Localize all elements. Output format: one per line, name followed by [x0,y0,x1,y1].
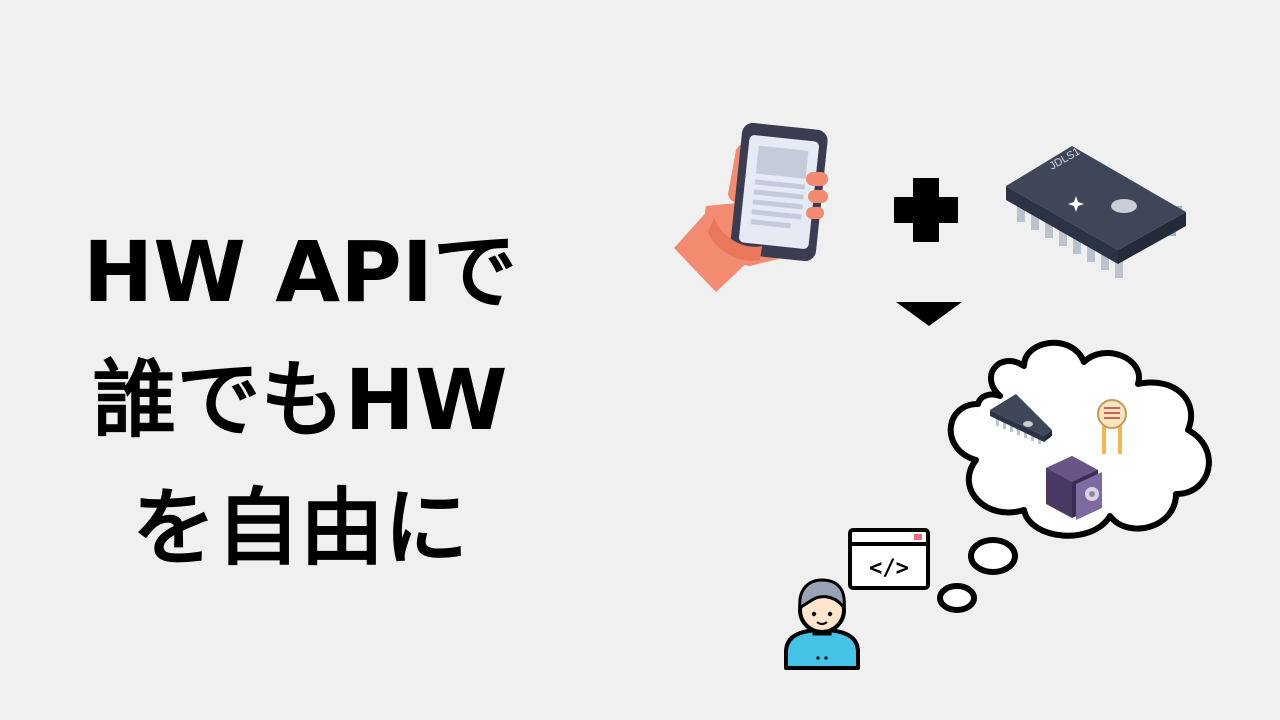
plus-icon [894,178,958,242]
illustration: JDLS1 </> [674,122,1212,670]
down-triangle-arrow-icon [896,302,962,326]
code-window-icon: </> [848,528,930,590]
code-window-glyph: </> [869,556,909,581]
developer-person-icon [784,578,860,670]
hand-holding-smartphone-icon [674,122,828,292]
ic-chip-icon: JDLS1 [1006,146,1186,278]
slide: HW APIで 誰でもHW を自由に JDLS1 </> [0,0,1280,720]
